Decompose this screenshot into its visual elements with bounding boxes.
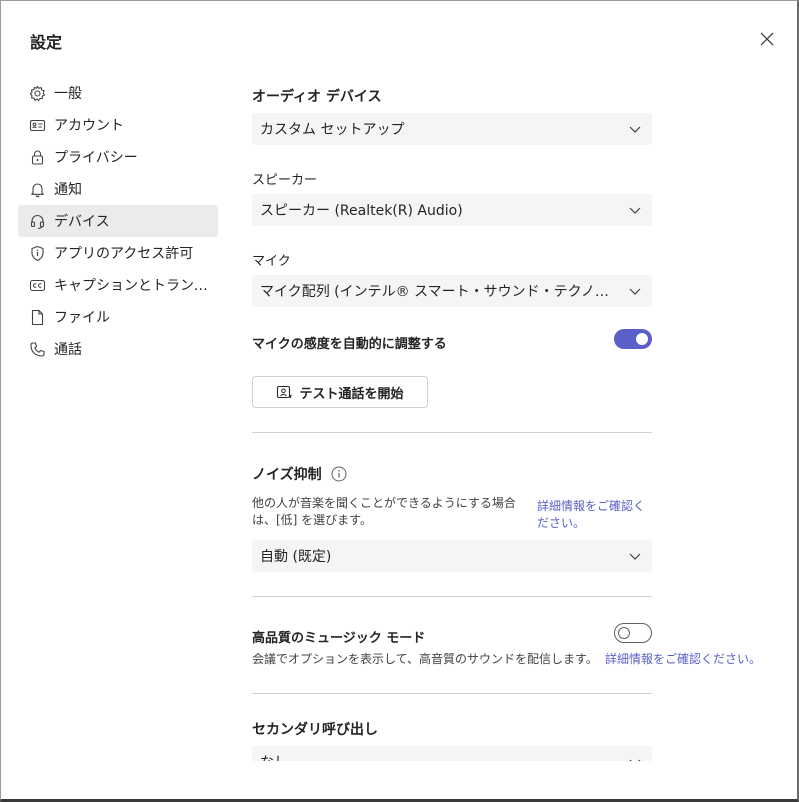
mic-label: マイク [252, 254, 291, 269]
nav-item-files[interactable]: ファイル [18, 301, 218, 333]
audio-device-select[interactable]: カスタム セットアップ [252, 113, 652, 145]
mic-value: マイク配列 (インテル® スマート・サウンド・テクノロジー) [260, 284, 620, 300]
chevron-down-icon [629, 207, 641, 214]
noise-learn-more-link[interactable]: 詳細情報をご確認ください。 [537, 498, 652, 532]
gear-icon [29, 85, 46, 102]
file-icon [29, 309, 46, 326]
music-mode-description: 会議でオプションを表示して、高音質のサウンドを配信します。 [252, 652, 598, 666]
settings-dialog: 設定 一般 アカウント プライバシー 通知 デバイス アプリのアクセス許可 キャ… [0, 0, 799, 802]
nav-item-label: アプリのアクセス許可 [54, 246, 194, 262]
auto-adjust-toggle[interactable] [614, 329, 652, 349]
nav-item-general[interactable]: 一般 [18, 77, 218, 109]
chevron-down-icon [629, 126, 641, 133]
nav-item-label: デバイス [54, 214, 110, 230]
nav-item-label: アカウント [54, 118, 124, 134]
chevron-down-icon [629, 288, 641, 295]
settings-nav: 一般 アカウント プライバシー 通知 デバイス アプリのアクセス許可 キャプショ… [18, 77, 218, 365]
noise-description: 他の人が音楽を聞くことができるようにする場合は、[低] を選びます。 [252, 496, 516, 527]
chevron-down-icon [629, 553, 641, 560]
secondary-ring-select[interactable]: なし [252, 746, 652, 761]
nav-item-privacy[interactable]: プライバシー [18, 141, 218, 173]
toggle-knob [636, 333, 648, 345]
toggle-knob [618, 627, 630, 639]
speaker-select[interactable]: スピーカー (Realtek(R) Audio) [252, 194, 652, 226]
dialog-title: 設定 [30, 33, 63, 52]
divider [252, 432, 652, 433]
music-mode-heading: 高品質のミュージック モード [252, 631, 426, 646]
nav-item-calls[interactable]: 通話 [18, 333, 218, 365]
noise-heading: ノイズ抑制 [252, 467, 322, 483]
secondary-ring-heading: セカンダリ呼び出し [252, 722, 378, 738]
id-card-icon [29, 117, 46, 134]
mic-select[interactable]: マイク配列 (インテル® スマート・サウンド・テクノロジー) [252, 275, 652, 307]
lock-icon [29, 149, 46, 166]
noise-value: 自動 (既定) [260, 549, 332, 565]
test-call-label: テスト通話を開始 [299, 386, 404, 402]
nav-item-account[interactable]: アカウント [18, 109, 218, 141]
test-call-button[interactable]: テスト通話を開始 [252, 376, 428, 408]
shield-icon [29, 245, 46, 262]
cc-icon [29, 277, 46, 294]
headset-icon [29, 213, 46, 230]
bell-icon [29, 181, 46, 198]
nav-item-label: 通知 [54, 182, 82, 198]
nav-item-label: 通話 [54, 342, 82, 358]
speaker-value: スピーカー (Realtek(R) Audio) [260, 203, 463, 219]
nav-item-notifications[interactable]: 通知 [18, 173, 218, 205]
nav-item-devices[interactable]: デバイス [18, 205, 218, 237]
nav-item-label: プライバシー [54, 150, 138, 166]
secondary-ring-value: なし [260, 752, 620, 761]
nav-item-captions[interactable]: キャプションとトランスクリプト [18, 269, 218, 301]
info-icon[interactable] [331, 466, 347, 482]
settings-content: オーディオ デバイス カスタム セットアップ スピーカー スピーカー (Real… [252, 1, 792, 761]
speaker-label: スピーカー [252, 173, 318, 188]
divider [252, 693, 652, 694]
audio-device-value: カスタム セットアップ [260, 122, 405, 138]
nav-item-label: キャプションとトランスクリプト [54, 278, 212, 294]
audio-device-heading: オーディオ デバイス [252, 89, 382, 105]
nav-item-label: ファイル [54, 310, 110, 326]
divider [252, 596, 652, 597]
music-learn-more-link[interactable]: 詳細情報をご確認ください。 [605, 651, 761, 668]
nav-item-label: 一般 [54, 86, 82, 102]
call-test-icon [276, 384, 293, 401]
auto-adjust-label: マイクの感度を自動的に調整する [252, 337, 447, 352]
nav-item-app-permissions[interactable]: アプリのアクセス許可 [18, 237, 218, 269]
noise-select[interactable]: 自動 (既定) [252, 540, 652, 572]
chevron-down-icon [629, 759, 641, 761]
phone-icon [29, 341, 46, 358]
music-mode-toggle[interactable] [614, 623, 652, 643]
